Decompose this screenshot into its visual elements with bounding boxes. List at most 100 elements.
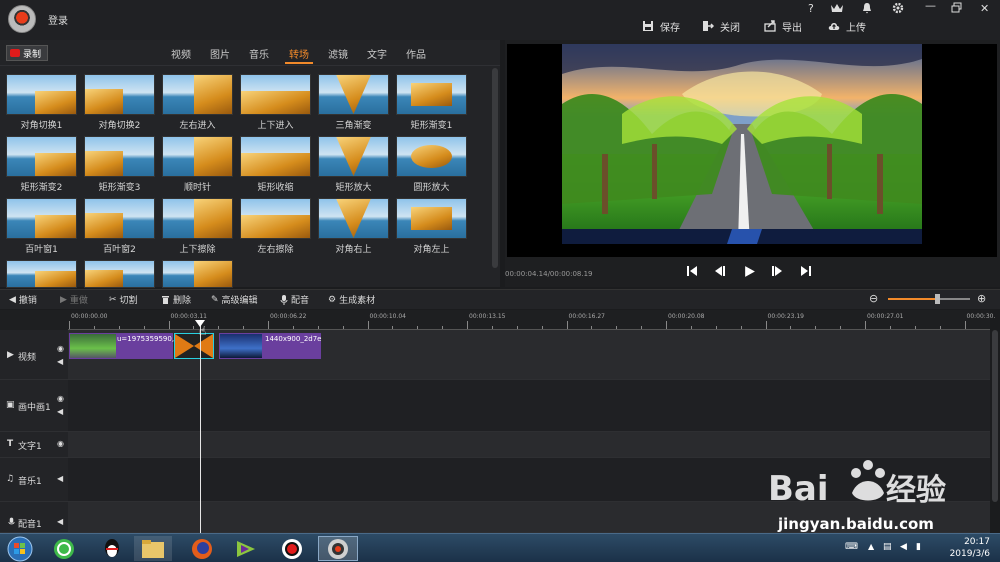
volume-icon[interactable]: ◀ [57, 407, 63, 416]
visibility-eye-icon[interactable]: ◉ [57, 439, 64, 448]
tab-video[interactable]: 视频 [171, 46, 191, 61]
tray-arrow-icon[interactable]: ▲ [868, 542, 874, 551]
taskbar-clock[interactable]: 20:17 2019/3/6 [935, 536, 990, 560]
timeline-scrollbar[interactable] [992, 330, 998, 502]
redo-button[interactable]: ▶ 重做 [60, 293, 88, 307]
transition-thumb[interactable] [6, 260, 77, 288]
tab-transition[interactable]: 转场 [285, 46, 313, 64]
next-frame-icon[interactable] [771, 265, 783, 281]
delete-button[interactable]: 删除 [161, 293, 191, 306]
volume-icon[interactable]: ◀ [57, 357, 63, 366]
ruler-tick [69, 321, 70, 329]
transition-thumb[interactable] [318, 136, 389, 177]
close-project-button[interactable]: 关闭 [702, 18, 740, 34]
bell-icon[interactable] [862, 2, 872, 17]
zoom-slider-handle[interactable] [935, 294, 940, 304]
start-button[interactable] [2, 536, 38, 561]
transition-thumb[interactable] [396, 136, 467, 177]
transition-thumb[interactable] [240, 198, 311, 239]
zoom-in-icon[interactable]: ⊕ [977, 292, 986, 305]
gear-icon[interactable] [892, 2, 904, 17]
cut-button[interactable]: ✂ 切割 [109, 293, 138, 307]
transition-thumb[interactable] [6, 198, 77, 239]
transition-thumb[interactable] [162, 74, 233, 115]
taskbar-video-app[interactable] [228, 536, 264, 561]
restore-icon[interactable] [951, 2, 962, 16]
ruler-tick [964, 321, 966, 329]
microphone-icon [280, 294, 288, 305]
transition-clip[interactable] [174, 333, 214, 359]
zoom-out-icon[interactable]: ⊖ [869, 292, 878, 305]
delete-label: 删除 [173, 296, 192, 306]
clip-1-thumbnail [70, 334, 116, 358]
library-scrollbar[interactable] [492, 68, 498, 268]
record-button[interactable]: 录制 [6, 45, 48, 61]
tab-filter[interactable]: 滤镜 [328, 46, 348, 61]
visibility-eye-icon[interactable]: ◉ [57, 344, 64, 353]
undo-button[interactable]: ◀ 撤销 [9, 293, 37, 307]
volume-icon[interactable]: ◀ [57, 517, 63, 526]
transition-thumb[interactable] [84, 74, 155, 115]
taskbar-recorder[interactable] [274, 536, 310, 561]
tab-text[interactable]: 文字 [367, 46, 387, 61]
transition-thumb[interactable] [240, 74, 311, 115]
taskbar-firefox[interactable] [184, 536, 220, 561]
ruler-minor-tick [491, 326, 493, 329]
transition-label: 顺时针 [183, 183, 211, 193]
transition-thumb[interactable] [396, 74, 467, 115]
transition-thumb[interactable] [396, 198, 467, 239]
taskbar-explorer[interactable] [134, 536, 172, 561]
help-icon[interactable]: ? [808, 2, 814, 15]
skip-end-icon[interactable] [800, 265, 812, 281]
close-window-icon[interactable]: ✕ [980, 2, 989, 15]
thumb-image-wheat [34, 214, 76, 238]
tab-works[interactable]: 作品 [406, 46, 426, 61]
transition-label: 左右擦除 [257, 245, 294, 255]
transition-thumb[interactable] [6, 136, 77, 177]
transition-thumb[interactable] [318, 198, 389, 239]
transition-thumb[interactable] [162, 198, 233, 239]
upload-label: 上传 [846, 22, 866, 34]
vip-icon[interactable] [830, 2, 844, 17]
speaker-icon[interactable]: ◀ [900, 542, 907, 552]
clip-2-label: 1440x900_2d7e [265, 335, 322, 343]
video-clip-2[interactable]: 1440x900_2d7e [219, 333, 321, 359]
transition-thumb[interactable] [6, 74, 77, 115]
save-button[interactable]: 保存 [642, 18, 680, 34]
transition-thumb[interactable] [240, 136, 311, 177]
signal-icon[interactable]: ▮ [916, 542, 921, 552]
taskbar-360-browser[interactable] [46, 536, 82, 561]
transition-thumb[interactable] [84, 198, 155, 239]
tab-music[interactable]: 音乐 [249, 46, 269, 61]
play-icon[interactable] [743, 265, 756, 282]
keyboard-icon[interactable]: ⌨ [845, 542, 858, 552]
generate-material-button[interactable]: ⚙ 生成素材 [328, 293, 375, 307]
video-clip-1[interactable]: u=1975359590, [69, 333, 174, 359]
prev-frame-icon[interactable] [714, 265, 726, 281]
visibility-eye-icon[interactable]: ◉ [57, 394, 64, 403]
volume-icon[interactable]: ◀ [57, 474, 63, 483]
ruler-minor-tick [143, 326, 145, 329]
export-button[interactable]: 导出 [764, 18, 802, 34]
network-icon[interactable]: ▤ [883, 542, 892, 552]
transition-thumb[interactable] [162, 260, 233, 288]
transition-thumb[interactable] [84, 136, 155, 177]
ruler-minor-tick [790, 326, 792, 329]
upload-button[interactable]: 上传 [828, 18, 866, 34]
transition-thumb[interactable] [84, 260, 155, 288]
transition-thumb[interactable] [162, 136, 233, 177]
advanced-edit-button[interactable]: ✎ 高级编辑 [211, 293, 258, 307]
dub-button[interactable]: 配音 [280, 293, 309, 306]
ruler-tick-label: 00:00:10.04 [369, 313, 407, 320]
tab-image[interactable]: 图片 [210, 46, 230, 61]
ruler-corner [0, 310, 68, 330]
transition-thumb[interactable] [318, 74, 389, 115]
minimize-icon[interactable]: — [925, 0, 936, 12]
zoom-slider[interactable] [888, 294, 970, 304]
login-link[interactable]: 登录 [48, 12, 68, 27]
taskbar-video-editor[interactable] [318, 536, 358, 561]
transition-label: 矩形渐变1 [410, 121, 453, 131]
playhead-line[interactable] [200, 320, 201, 535]
taskbar-qq[interactable] [94, 536, 130, 561]
skip-start-icon[interactable] [686, 265, 698, 281]
